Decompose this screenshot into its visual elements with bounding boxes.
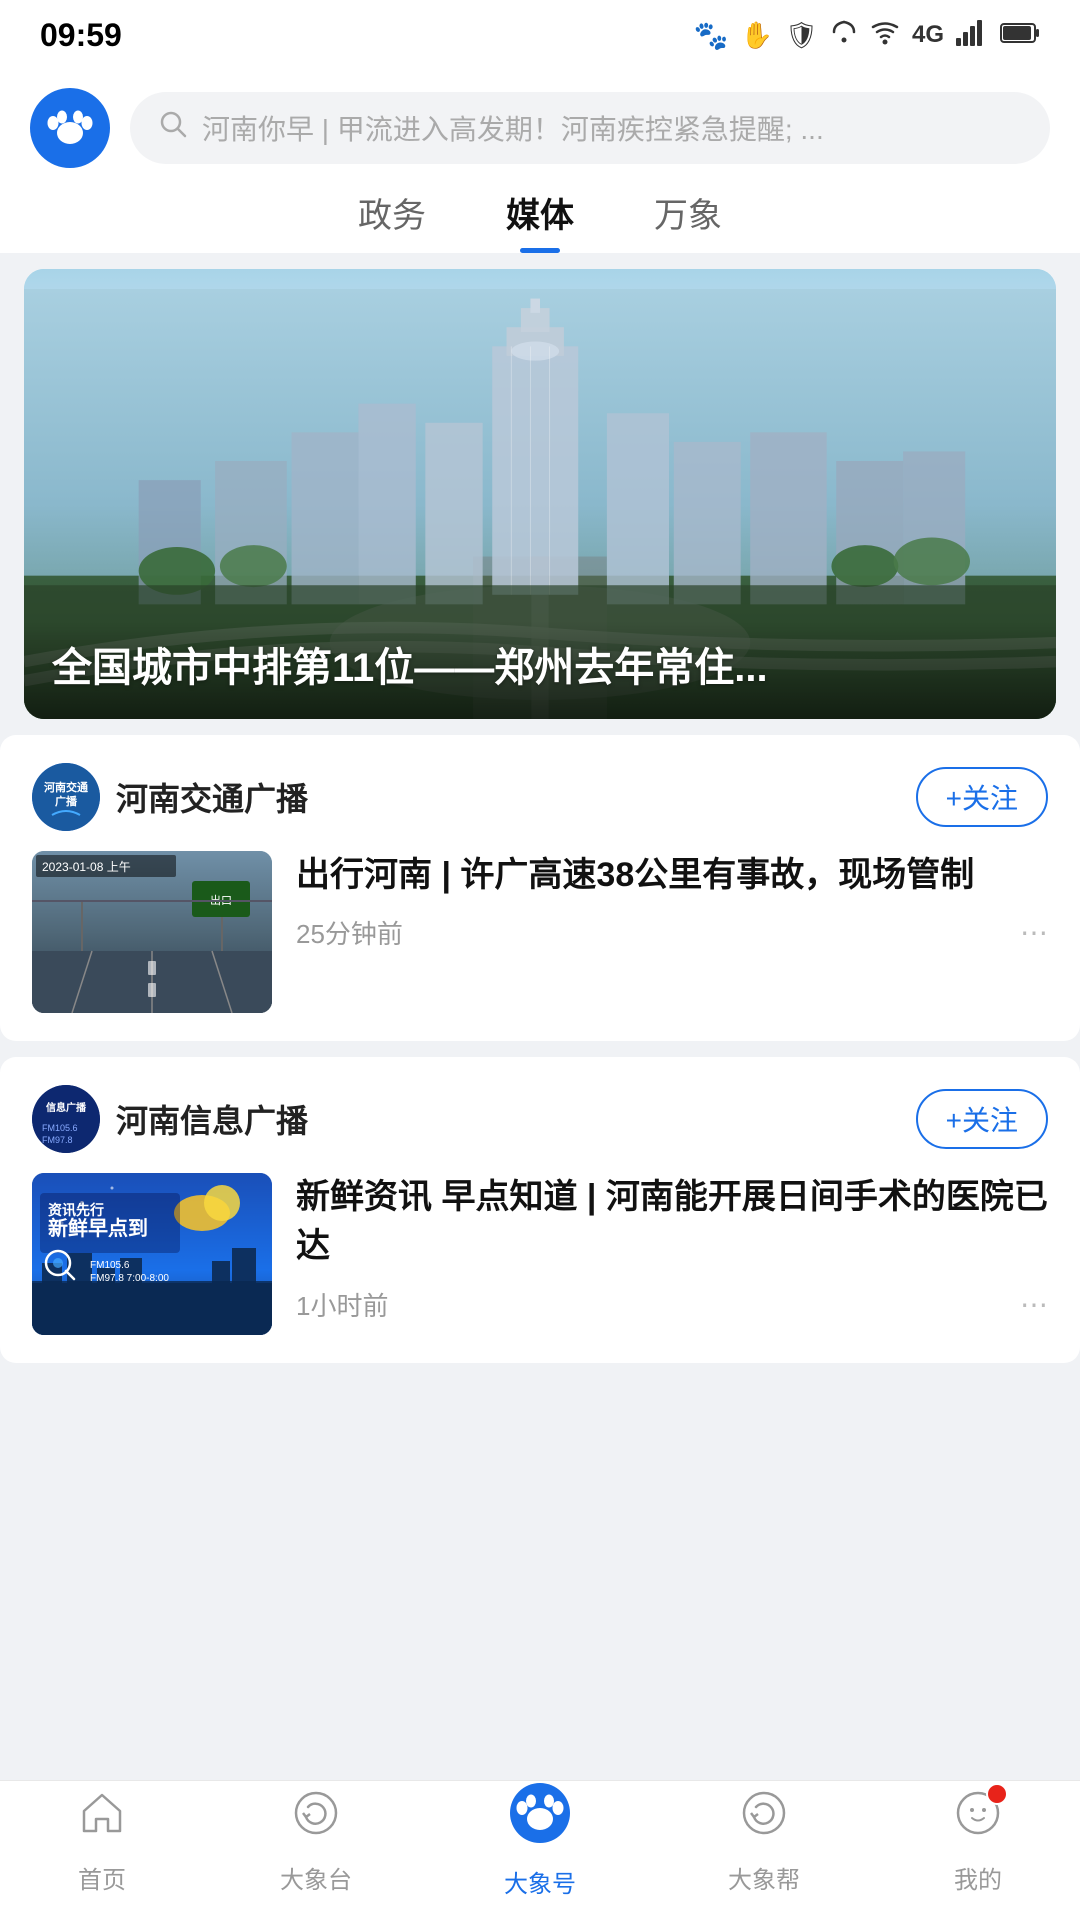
svg-text:FM105.6: FM105.6	[90, 1260, 130, 1271]
news-card-1: 河南交通 广播 河南交通广播 +关注	[0, 735, 1080, 1041]
svg-text:广播: 广播	[55, 794, 78, 808]
signal-icon	[956, 20, 988, 51]
svg-text:信息广播: 信息广播	[46, 1101, 87, 1114]
nav-mine[interactable]: 我的	[952, 1787, 1004, 1895]
status-time: 09:59	[40, 17, 122, 54]
channel-logo-traffic[interactable]: 河南交通 广播	[32, 763, 100, 831]
badge-dot	[986, 1783, 1008, 1805]
channel-info-2: 信息广播 FM105.6 FM97.8 河南信息广播	[32, 1085, 308, 1153]
hero-title: 全国城市中排第11位——郑州去年常住...	[52, 641, 1028, 695]
status-bar: 09:59 🐾 ✋ 🛡 4G	[0, 0, 1080, 70]
channel-logo-info[interactable]: 信息广播 FM105.6 FM97.8	[32, 1085, 100, 1153]
search-bar[interactable]: 河南你早 | 甲流进入高发期！河南疾控紧急提醒; ...	[130, 92, 1050, 164]
tab-meiti[interactable]: 媒体	[506, 188, 574, 253]
news-content-traffic: 出行河南 | 许广高速38公里有事故，现场管制 25分钟前 ⋯	[296, 851, 1048, 951]
tab-wanxiang[interactable]: 万象	[654, 188, 722, 253]
main-content: 全国城市中排第11位——郑州去年常住... 河南交通 广播 河南交通广播 +关注	[0, 269, 1080, 1539]
news-thumb-fresh: 资讯先行 新鲜早点到 FM105.6 FM97.8 7:00-8:00	[32, 1173, 272, 1335]
paw-icon: 🐾	[694, 19, 729, 52]
svg-text:FM97.8 7:00-8:00: FM97.8 7:00-8:00	[90, 1273, 169, 1284]
channel-info-1: 河南交通 广播 河南交通广播	[32, 763, 308, 831]
svg-text:2023-01-08 上午: 2023-01-08 上午	[42, 860, 131, 874]
refresh-circle-icon	[738, 1787, 790, 1852]
channel-name-info: 河南信息广播	[116, 1096, 308, 1142]
nav-mine-label: 我的	[954, 1860, 1002, 1895]
svg-text:FM97.8: FM97.8	[42, 1135, 73, 1145]
svg-text:FM105.6: FM105.6	[42, 1123, 78, 1133]
nav-daxianghao[interactable]: 大象号	[504, 1783, 576, 1899]
home-icon	[76, 1787, 128, 1852]
wifi-icon	[870, 19, 900, 52]
shield-icon: 🛡	[785, 20, 818, 51]
more-btn-info[interactable]: ⋯	[1020, 1288, 1048, 1321]
nav-home[interactable]: 首页	[76, 1787, 128, 1895]
nav-daxiangtai-label: 大象台	[280, 1860, 352, 1895]
app-logo[interactable]	[30, 88, 110, 168]
channel-header-1: 河南交通 广播 河南交通广播 +关注	[32, 763, 1048, 831]
news-item-info[interactable]: 资讯先行 新鲜早点到 FM105.6 FM97.8 7:00-8:00 新鲜资讯…	[32, 1173, 1048, 1335]
news-card-2: 信息广播 FM105.6 FM97.8 河南信息广播 +关注	[0, 1057, 1080, 1363]
news-thumb-traffic: 出口 2023-01-08 上午	[32, 851, 272, 1013]
news-meta-info: 1小时前 ⋯	[296, 1286, 1048, 1323]
nav-daxianghao-label: 大象号	[504, 1864, 576, 1899]
4g-label: 4G	[912, 21, 944, 49]
more-btn-traffic[interactable]: ⋯	[1020, 916, 1048, 949]
news-time-traffic: 25分钟前	[296, 914, 403, 951]
nav-home-label: 首页	[78, 1860, 126, 1895]
header: 河南你早 | 甲流进入高发期！河南疾控紧急提醒; ...	[0, 70, 1080, 168]
svg-text:河南交通: 河南交通	[44, 780, 88, 794]
news-title-traffic: 出行河南 | 许广高速38公里有事故，现场管制	[296, 851, 1048, 900]
news-item-traffic[interactable]: 出口 2023-01-08 上午 出行河南 | 许广高速38公里有事故，现场管制…	[32, 851, 1048, 1013]
hand-icon: ✋	[741, 20, 773, 51]
refresh-icon	[830, 18, 858, 53]
bottom-nav: 首页 大象台 大象号	[0, 1780, 1080, 1920]
tab-zhengwu[interactable]: 政务	[358, 188, 426, 253]
hero-overlay: 全国城市中排第11位——郑州去年常住...	[24, 621, 1056, 719]
battery-icon	[1000, 22, 1040, 49]
follow-btn-info[interactable]: +关注	[916, 1089, 1048, 1149]
hero-banner[interactable]: 全国城市中排第11位——郑州去年常住...	[24, 269, 1056, 719]
svg-text:资讯先行: 资讯先行	[48, 1202, 104, 1218]
nav-daxiangtai[interactable]: 大象台	[280, 1787, 352, 1895]
search-placeholder: 河南你早 | 甲流进入高发期！河南疾控紧急提醒; ...	[202, 108, 824, 148]
tabs-bar: 政务 媒体 万象	[0, 168, 1080, 253]
svg-text:新鲜早点到: 新鲜早点到	[48, 1216, 148, 1240]
nav-daxiangbang-label: 大象帮	[728, 1860, 800, 1895]
channel-header-2: 信息广播 FM105.6 FM97.8 河南信息广播 +关注	[32, 1085, 1048, 1153]
news-content-info: 新鲜资讯 早点知道 | 河南能开展日间手术的医院已达 1小时前 ⋯	[296, 1173, 1048, 1323]
paw-nav-icon	[510, 1783, 570, 1856]
news-time-info: 1小时前	[296, 1286, 388, 1323]
nav-daxiangbang[interactable]: 大象帮	[728, 1787, 800, 1895]
status-icons: 🐾 ✋ 🛡 4G	[694, 18, 1040, 53]
person-icon	[952, 1787, 1004, 1852]
news-title-info: 新鲜资讯 早点知道 | 河南能开展日间手术的医院已达	[296, 1173, 1048, 1272]
channel-name-traffic: 河南交通广播	[116, 774, 308, 820]
tv-icon	[290, 1787, 342, 1852]
news-meta-traffic: 25分钟前 ⋯	[296, 914, 1048, 951]
search-icon	[158, 109, 188, 147]
follow-btn-traffic[interactable]: +关注	[916, 767, 1048, 827]
